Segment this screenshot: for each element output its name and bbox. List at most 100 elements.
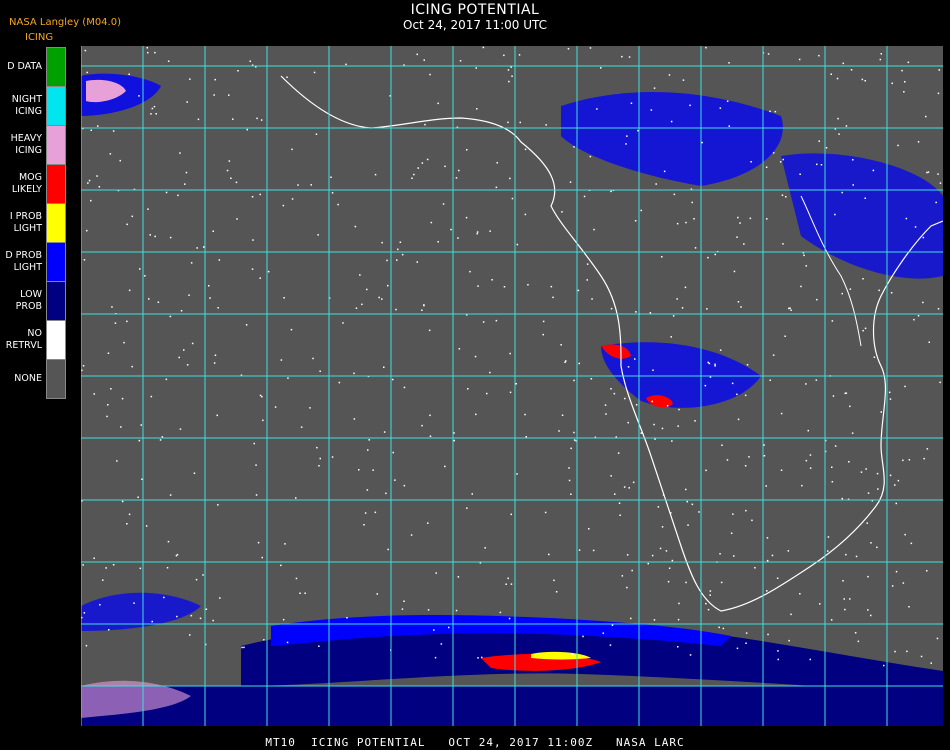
no-retrieval-speck	[788, 639, 790, 642]
no-retrieval-speck	[148, 298, 150, 300]
no-retrieval-speck	[668, 567, 671, 569]
no-retrieval-speck	[689, 654, 692, 656]
no-retrieval-speck	[109, 153, 112, 155]
no-retrieval-speck	[904, 533, 906, 536]
no-retrieval-speck	[870, 542, 872, 544]
no-retrieval-speck	[610, 307, 613, 310]
no-retrieval-speck	[850, 69, 853, 71]
no-retrieval-speck	[573, 379, 575, 382]
no-retrieval-speck	[309, 407, 311, 409]
no-retrieval-speck	[444, 165, 446, 168]
no-retrieval-speck	[163, 596, 165, 599]
no-retrieval-speck	[249, 60, 251, 62]
no-retrieval-speck	[843, 598, 845, 600]
no-retrieval-speck	[353, 372, 355, 375]
no-retrieval-speck	[413, 173, 415, 176]
no-retrieval-speck	[178, 356, 180, 359]
no-retrieval-speck	[508, 617, 511, 620]
no-retrieval-speck	[694, 420, 696, 422]
no-retrieval-speck	[507, 121, 509, 124]
no-retrieval-speck	[214, 354, 217, 356]
legend-label: D DATA	[7, 60, 42, 72]
no-retrieval-speck	[367, 449, 369, 451]
legend-label: HEAVY ICING	[10, 132, 42, 156]
no-retrieval-speck	[299, 592, 301, 594]
no-retrieval-speck	[676, 298, 678, 300]
no-retrieval-speck	[577, 289, 580, 292]
no-retrieval-speck	[280, 564, 282, 567]
legend-swatch	[46, 203, 66, 243]
no-retrieval-speck	[904, 385, 906, 388]
no-retrieval-speck	[849, 405, 851, 408]
no-retrieval-speck	[937, 308, 940, 310]
no-retrieval-speck	[671, 440, 673, 442]
no-retrieval-speck	[685, 221, 687, 224]
no-retrieval-speck	[96, 175, 98, 177]
no-retrieval-speck	[926, 171, 928, 174]
no-retrieval-speck	[338, 381, 341, 384]
legend-title: ICING	[25, 32, 54, 43]
no-retrieval-speck	[626, 135, 628, 137]
no-retrieval-speck	[698, 511, 700, 513]
no-retrieval-speck	[849, 598, 851, 600]
no-retrieval-speck	[780, 412, 783, 415]
no-retrieval-speck	[139, 268, 141, 270]
no-retrieval-speck	[116, 460, 118, 462]
no-retrieval-speck	[179, 152, 181, 154]
no-retrieval-speck	[818, 54, 820, 57]
no-retrieval-speck	[691, 201, 693, 204]
no-retrieval-speck	[825, 147, 828, 149]
no-retrieval-speck	[774, 110, 777, 113]
no-retrieval-speck	[131, 215, 133, 218]
no-retrieval-speck	[705, 469, 707, 472]
no-retrieval-speck	[619, 514, 621, 516]
no-retrieval-speck	[659, 547, 662, 550]
no-retrieval-speck	[718, 626, 720, 629]
legend-label: NO RETRVL	[5, 327, 42, 351]
no-retrieval-speck	[213, 362, 216, 364]
no-retrieval-speck	[165, 191, 168, 194]
no-retrieval-speck	[484, 547, 486, 549]
no-retrieval-speck	[709, 594, 711, 596]
no-retrieval-speck	[785, 196, 787, 198]
no-retrieval-speck	[138, 439, 141, 442]
no-retrieval-speck	[263, 639, 265, 641]
no-retrieval-speck	[286, 641, 289, 644]
no-retrieval-speck	[429, 435, 432, 437]
no-retrieval-speck	[888, 391, 891, 394]
no-retrieval-speck	[466, 507, 468, 509]
no-retrieval-speck	[313, 71, 316, 74]
no-retrieval-speck	[769, 110, 771, 113]
no-retrieval-speck	[650, 109, 653, 111]
no-retrieval-speck	[255, 494, 258, 496]
no-retrieval-speck	[98, 186, 101, 188]
no-retrieval-speck	[411, 177, 413, 179]
no-retrieval-speck	[857, 640, 860, 643]
legend-item-lo-prob-light: D PROB LIGHT	[0, 242, 66, 282]
no-retrieval-speck	[169, 494, 172, 496]
no-retrieval-speck	[820, 164, 823, 166]
map-footer: MT10 ICING POTENTIAL OCT 24, 2017 11:00Z…	[265, 736, 685, 749]
no-retrieval-speck	[777, 650, 779, 652]
no-retrieval-speck	[879, 58, 882, 61]
no-retrieval-speck	[167, 540, 170, 543]
no-retrieval-speck	[651, 400, 653, 403]
no-retrieval-speck	[330, 176, 332, 178]
no-retrieval-speck	[655, 183, 657, 185]
no-retrieval-speck	[236, 218, 238, 220]
no-retrieval-speck	[154, 235, 156, 238]
no-retrieval-speck	[137, 496, 139, 498]
no-retrieval-speck	[570, 493, 572, 495]
no-retrieval-speck	[831, 466, 833, 468]
no-retrieval-speck	[809, 658, 811, 661]
no-retrieval-speck	[121, 500, 124, 503]
no-retrieval-speck	[780, 469, 783, 471]
no-retrieval-speck	[421, 424, 423, 427]
no-retrieval-speck	[283, 297, 285, 299]
legend-label: D PROB LIGHT	[5, 249, 42, 273]
no-retrieval-speck	[243, 646, 245, 649]
no-retrieval-speck	[291, 198, 294, 200]
no-retrieval-speck	[489, 371, 491, 374]
no-retrieval-speck	[482, 46, 485, 49]
no-retrieval-speck	[154, 51, 156, 54]
